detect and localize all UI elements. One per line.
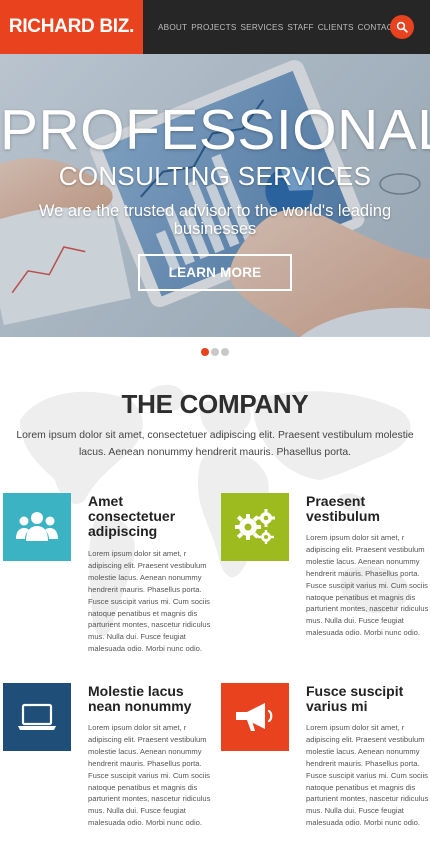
users-icon [16, 512, 58, 541]
slider-dot-1[interactable] [201, 348, 209, 356]
nav-item-clients[interactable]: CLIENTS [318, 23, 354, 32]
nav-item-projects[interactable]: PROJECTS [191, 23, 236, 32]
slider-pagination [201, 348, 229, 356]
hero-slider: PROFESSIONAL CONSULTING SERVICES We are … [0, 54, 430, 337]
feature-4-title: Fusce suscipit varius mi [306, 683, 404, 714]
slider-dot-3[interactable] [221, 348, 229, 356]
slider-dot-2[interactable] [211, 348, 219, 356]
main-nav: ABOUT PROJECTS SERVICES STAFF CLIENTS CO… [158, 0, 412, 54]
feature-2-icon-box [221, 493, 289, 561]
feature-1-icon-box [3, 493, 71, 561]
nav-item-about[interactable]: ABOUT [158, 23, 187, 32]
feature-2-text: Lorem ipsum dolor sit amet, r adipiscing… [306, 533, 429, 638]
nav-item-staff[interactable]: STAFF [287, 23, 313, 32]
company-title: THE COMPANY [121, 389, 309, 419]
hero-tagline: We are the trusted advisor to the world'… [38, 202, 392, 238]
gears-icon [235, 509, 275, 544]
feature-4-text: Lorem ipsum dolor sit amet, r adipiscing… [306, 723, 429, 828]
feature-3-title: Molestie lacus nean nonummy [88, 683, 192, 714]
feature-1-title: Amet consectetuer adipiscing [88, 493, 176, 539]
hero-title: PROFESSIONAL [0, 98, 430, 162]
feature-3-text: Lorem ipsum dolor sit amet, r adipiscing… [88, 723, 211, 828]
feature-3-icon-box [3, 683, 71, 751]
company-description: Lorem ipsum dolor sit amet, consectetuer… [16, 430, 414, 458]
laptop-icon [18, 703, 56, 730]
search-button[interactable] [390, 15, 414, 39]
nav-item-services[interactable]: SERVICES [241, 23, 284, 32]
feature-1-text: Lorem ipsum dolor sit amet, r adipiscing… [88, 549, 211, 654]
megaphone-icon [236, 703, 273, 731]
learn-more-button[interactable]: LEARN MORE [138, 254, 292, 291]
feature-2-title: Praesent vestibulum [306, 493, 380, 524]
hero-subtitle: CONSULTING SERVICES [58, 161, 372, 191]
site-header: RICHARD BIZ. ABOUT PROJECTS SERVICES STA… [0, 0, 430, 54]
hero-overlay [0, 54, 430, 337]
logo[interactable]: RICHARD BIZ. [0, 0, 143, 54]
search-icon [396, 21, 408, 33]
feature-4-icon-box [221, 683, 289, 751]
